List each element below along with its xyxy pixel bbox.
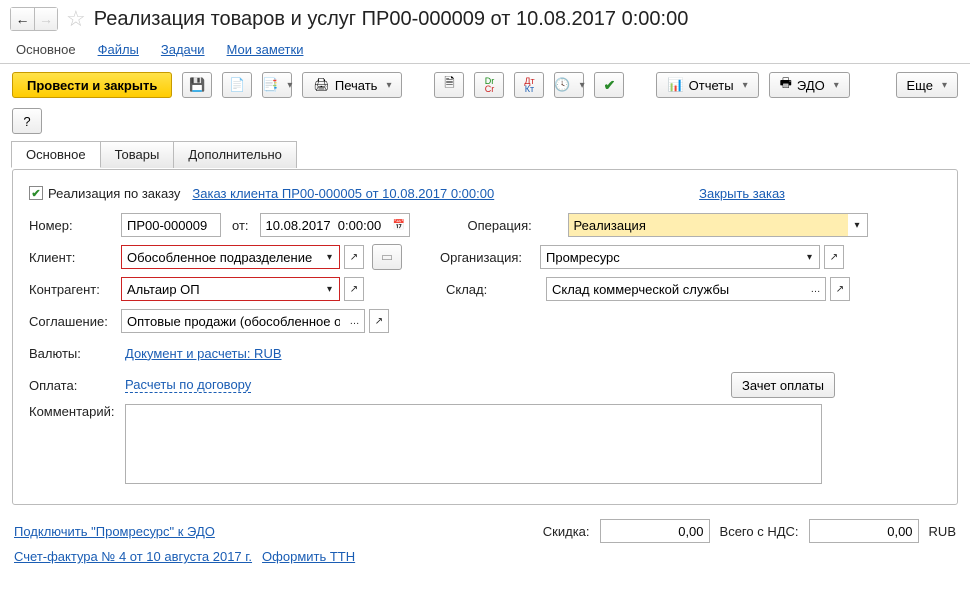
comment-textarea[interactable] bbox=[125, 404, 822, 484]
card-button[interactable]: ▭ bbox=[372, 244, 402, 270]
connect-edo-link[interactable]: Подключить "Промресурс" к ЭДО bbox=[14, 524, 215, 539]
structure-button[interactable]: 🕓 bbox=[554, 72, 584, 98]
ttn-link[interactable]: Оформить ТТН bbox=[262, 549, 355, 564]
files-button[interactable]: 🗎 bbox=[434, 72, 464, 98]
edo-button[interactable]: 🖶ЭДО bbox=[769, 72, 850, 98]
payment-offset-button[interactable]: Зачет оплаты bbox=[731, 372, 835, 398]
ellipsis-icon[interactable]: … bbox=[806, 277, 826, 301]
tab-tasks[interactable]: Задачи bbox=[161, 42, 205, 57]
number-input[interactable] bbox=[121, 213, 221, 237]
operation-label: Операция: bbox=[468, 218, 560, 233]
check-icon: ✔ bbox=[604, 77, 616, 94]
contractor-label: Контрагент: bbox=[29, 282, 113, 297]
save-button[interactable]: 💾 bbox=[182, 72, 212, 98]
help-icon: ? bbox=[23, 114, 30, 129]
post-icon: 📄 bbox=[229, 77, 245, 93]
operation-input[interactable] bbox=[568, 213, 848, 237]
checkbox-icon: ✔ bbox=[29, 186, 43, 200]
chevron-down-icon[interactable]: ▾ bbox=[800, 245, 820, 269]
dt-kt-button[interactable]: ДтКт bbox=[514, 72, 544, 98]
discount-input[interactable] bbox=[600, 519, 710, 543]
dr-cr-icon: DrCr bbox=[485, 77, 495, 93]
page-title: Реализация товаров и услуг ПР00-000009 о… bbox=[94, 8, 689, 31]
chevron-down-icon[interactable]: ▾ bbox=[320, 245, 340, 269]
number-label: Номер: bbox=[29, 218, 113, 233]
card-icon: ▭ bbox=[381, 249, 393, 265]
comment-label: Комментарий: bbox=[29, 404, 113, 419]
client-input[interactable] bbox=[121, 245, 320, 269]
open-icon[interactable]: ↗ bbox=[824, 245, 844, 269]
order-link[interactable]: Заказ клиента ПР00-000005 от 10.08.2017 … bbox=[192, 186, 494, 201]
calendar-icon[interactable]: 📅 bbox=[390, 213, 410, 237]
clock-icon: 🕓 bbox=[554, 77, 570, 93]
print-button[interactable]: 🖨Печать bbox=[302, 72, 402, 98]
discount-label: Скидка: bbox=[543, 524, 590, 539]
post-button[interactable]: 📄 bbox=[222, 72, 252, 98]
subtab-main[interactable]: Основное bbox=[11, 141, 101, 168]
reports-icon: 📊 bbox=[667, 77, 683, 93]
from-label: от: bbox=[232, 218, 249, 233]
total-input[interactable] bbox=[809, 519, 919, 543]
open-icon[interactable]: ↗ bbox=[344, 277, 364, 301]
open-icon[interactable]: ↗ bbox=[369, 309, 389, 333]
date-input[interactable] bbox=[260, 213, 390, 237]
open-icon[interactable]: ↗ bbox=[830, 277, 850, 301]
nav-back-button[interactable]: ← bbox=[10, 7, 34, 31]
warehouse-label: Склад: bbox=[446, 282, 538, 297]
dt-kt-icon: ДтКт bbox=[524, 77, 534, 93]
more-button[interactable]: Еще bbox=[896, 72, 958, 98]
help-button[interactable]: ? bbox=[12, 108, 42, 134]
currency-label: Валюты: bbox=[29, 346, 113, 361]
tab-main[interactable]: Основное bbox=[16, 42, 76, 57]
open-icon[interactable]: ↗ bbox=[344, 245, 364, 269]
chevron-down-icon[interactable]: ▾ bbox=[320, 277, 340, 301]
ellipsis-icon[interactable]: … bbox=[345, 309, 365, 333]
star-icon[interactable]: ☆ bbox=[66, 6, 86, 32]
chevron-down-icon[interactable]: ▾ bbox=[848, 213, 868, 237]
close-order-link[interactable]: Закрыть заказ bbox=[699, 186, 785, 201]
by-order-checkbox[interactable]: ✔ Реализация по заказу bbox=[29, 186, 180, 201]
print-icon: 🖨 bbox=[313, 77, 330, 93]
payment-link[interactable]: Расчеты по договору bbox=[125, 377, 251, 393]
invoice-link[interactable]: Счет-фактура № 4 от 10 августа 2017 г. bbox=[14, 549, 252, 564]
warehouse-input[interactable] bbox=[546, 277, 806, 301]
subtab-extra[interactable]: Дополнительно bbox=[173, 141, 297, 168]
currency-link[interactable]: Документ и расчеты: RUB bbox=[125, 346, 282, 361]
currency-label-footer: RUB bbox=[929, 524, 956, 539]
create-based-button[interactable]: 📑 bbox=[262, 72, 292, 98]
copy-icon: 📑 bbox=[262, 77, 278, 93]
dr-cr-button[interactable]: DrCr bbox=[474, 72, 504, 98]
contractor-input[interactable] bbox=[121, 277, 320, 301]
org-input[interactable] bbox=[540, 245, 800, 269]
check-button[interactable]: ✔ bbox=[594, 72, 624, 98]
reports-button[interactable]: 📊Отчеты bbox=[656, 72, 758, 98]
save-icon: 💾 bbox=[189, 77, 205, 93]
file-icon: 🗎 bbox=[444, 74, 454, 96]
agreement-label: Соглашение: bbox=[29, 314, 113, 329]
org-label: Организация: bbox=[440, 250, 532, 265]
post-and-close-button[interactable]: Провести и закрыть bbox=[12, 72, 172, 98]
subtab-goods[interactable]: Товары bbox=[100, 141, 175, 168]
tab-notes[interactable]: Мои заметки bbox=[227, 42, 304, 57]
payment-label: Оплата: bbox=[29, 378, 113, 393]
agreement-input[interactable] bbox=[121, 309, 345, 333]
tab-files[interactable]: Файлы bbox=[98, 42, 139, 57]
total-label: Всего с НДС: bbox=[720, 524, 799, 539]
nav-forward-button[interactable]: → bbox=[34, 7, 58, 31]
client-label: Клиент: bbox=[29, 250, 113, 265]
edo-icon: 🖶 bbox=[780, 74, 792, 96]
